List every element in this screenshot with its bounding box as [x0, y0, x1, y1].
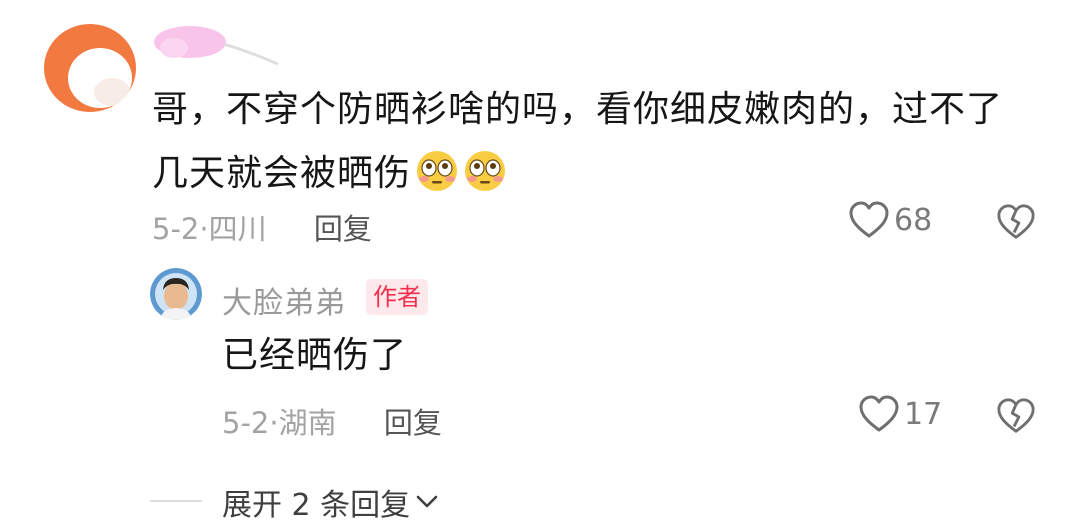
reply-reply-button[interactable]: 回复 [384, 406, 442, 440]
reply-text: 已经晒伤了 [222, 335, 408, 376]
broken-heart-icon[interactable] [996, 396, 1036, 436]
meta-separator: · [269, 406, 279, 440]
comment-line-2: 几天就会被晒伤 [152, 142, 1032, 206]
broken-heart-icon[interactable] [996, 202, 1036, 242]
author-username[interactable]: 大脸弟弟 [222, 278, 346, 322]
comment-location: 四川 [208, 212, 267, 246]
comment-thread: 哥，不穿个防晒衫啥的吗，看你细皮嫩肉的，过不了 几天就会被晒伤 5-2·四川 回… [0, 0, 1080, 532]
flushed-face-emoji-icon [465, 151, 506, 191]
reply-meta: 5-2·湖南 回复 [222, 400, 442, 442]
reply-location: 湖南 [278, 406, 337, 440]
comment-line-2-text: 几天就会被晒伤 [152, 153, 412, 194]
comment-like-count: 68 [894, 202, 933, 238]
comment-text: 哥，不穿个防晒衫啥的吗，看你细皮嫩肉的，过不了 几天就会被晒伤 [152, 78, 1032, 206]
heart-icon [849, 201, 889, 238]
expand-replies-button[interactable]: 展开 2 条回复 [222, 480, 438, 524]
comment-meta: 5-2·四川 回复 [152, 206, 372, 248]
comment-line-1: 哥，不穿个防晒衫啥的吗，看你细皮嫩肉的，过不了 [152, 89, 1004, 130]
expand-replies-label: 展开 2 条回复 [222, 488, 411, 523]
author-badge: 作者 [366, 279, 428, 315]
comment-reply-button[interactable]: 回复 [314, 212, 372, 246]
heart-icon [859, 395, 899, 432]
reply-date: 5-2 [222, 406, 270, 440]
username-redacted [154, 26, 279, 66]
reply-like-count: 17 [904, 396, 943, 432]
comment-like-button[interactable]: 68 [848, 200, 932, 240]
meta-separator: · [199, 212, 209, 246]
comment-date: 5-2 [152, 212, 200, 246]
author-avatar[interactable] [150, 268, 202, 320]
reply-like-button[interactable]: 17 [858, 394, 942, 434]
commenter-avatar[interactable] [42, 22, 138, 114]
chevron-down-icon [416, 495, 438, 508]
expand-divider [150, 500, 202, 502]
flushed-face-emoji-icon [417, 151, 458, 191]
